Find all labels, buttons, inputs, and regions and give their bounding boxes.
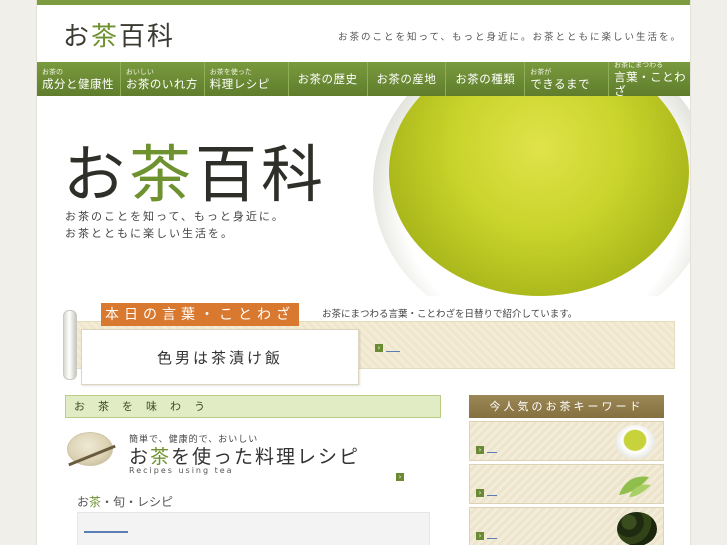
recipe-title-pre: お (129, 446, 151, 468)
recipe-title: お茶を使った料理レシピ (129, 442, 360, 469)
recipe-english-title: Recipes using tea (129, 466, 234, 475)
hero-subtitle-line: お茶とともに楽しい生活を。 (65, 227, 234, 240)
logo-text-pre: お (63, 22, 92, 52)
proverb-text: 色男は茶漬け飯 (156, 348, 283, 367)
seasonal-recipe-link[interactable] (84, 531, 128, 533)
hero-banner: お茶百科 お茶のことを知って、もっと身近に。 お茶とともに楽しい生活を。 (37, 96, 690, 296)
proverb-note: お茶にまつわる言葉・ことわざを日替りで紹介しています。 (322, 309, 578, 320)
nav-item-label: 料理レシピ (209, 76, 270, 91)
seasonal-title-pre: お (77, 495, 90, 509)
nav-item-proverbs[interactable]: お茶にまつわる 言葉・ことわざ (609, 60, 690, 98)
site-tagline: お茶のことを知って、もっと身近に。お茶とともに楽しい生活を。 (337, 32, 682, 43)
nav-item-sublabel: お茶が (530, 67, 552, 76)
nav-item-brewing[interactable]: おいしい お茶のいれ方 (120, 62, 205, 96)
link-underline (487, 495, 497, 496)
nav-item-recipes[interactable]: お茶を使った 料理レシピ (204, 62, 289, 96)
seasonal-title-post: ・旬・レシピ (101, 495, 174, 509)
nav-item-regions[interactable]: お茶の産地 (367, 62, 447, 96)
seasonal-recipe-panel (77, 512, 430, 545)
keyword-card[interactable]: › (469, 507, 664, 545)
link-underline (487, 452, 497, 453)
site-logo[interactable]: お茶百科 (63, 16, 175, 53)
nav-item-label: お茶の種類 (455, 72, 516, 86)
seasonal-title-accent: 茶 (89, 495, 102, 509)
nav-item-components-health[interactable]: お茶の 成分と健康性 (37, 62, 121, 96)
popular-keywords-heading: 今人気のお茶キーワード (469, 395, 664, 418)
proverb-card: 色男は茶漬け飯 (81, 329, 359, 385)
hero-title-post: 百科 (195, 138, 328, 211)
nav-item-sublabel: おいしい (125, 67, 154, 76)
arrow-right-icon: › (476, 532, 484, 540)
hero-subtitle: お茶のことを知って、もっと身近に。 お茶とともに楽しい生活を。 (65, 208, 285, 242)
arrow-right-icon: › (375, 344, 383, 352)
nav-item-types[interactable]: お茶の種類 (446, 62, 526, 96)
top-accent-bar (37, 0, 690, 5)
nav-item-sublabel: お茶にまつわる (614, 60, 664, 69)
proverb-heading: 本日の言葉・ことわざ (101, 303, 299, 326)
nav-item-label: お茶のいれ方 (125, 76, 198, 91)
logo-text-accent: 茶 (91, 22, 120, 52)
hero-subtitle-line: お茶のことを知って、もっと身近に。 (65, 210, 285, 223)
nav-item-label: 成分と健康性 (42, 76, 114, 91)
keyword-card[interactable]: › (469, 464, 664, 504)
recipe-banner[interactable]: 簡単で、健康的で、おいしい お茶を使った料理レシピ Recipes using … (65, 424, 441, 484)
nav-item-sublabel: お茶を使った (209, 67, 252, 76)
arrow-right-icon: › (476, 446, 484, 454)
nav-item-sublabel: お茶の (42, 67, 63, 76)
proverb-more-link[interactable]: › (375, 344, 400, 352)
nav-item-label: できるまで (530, 76, 591, 91)
keyword-card[interactable]: › (469, 421, 664, 461)
logo-text-post: 百科 (119, 22, 176, 52)
tea-leaf-thumbnail (619, 476, 651, 497)
arrow-right-icon[interactable]: › (396, 473, 404, 481)
tea-cup-thumbnail (615, 425, 655, 459)
section-title-taste: お茶を味わう (65, 395, 441, 418)
nav-item-label: 言葉・ことわざ (614, 69, 687, 98)
seasonal-recipe-heading: お茶・旬・レシピ (77, 493, 173, 510)
link-underline (386, 350, 400, 352)
dried-tea-leaves-thumbnail (617, 512, 657, 545)
link-underline (487, 538, 497, 539)
nav-item-label: お茶の産地 (376, 72, 437, 86)
hero-title-pre: お (63, 138, 130, 211)
scroll-rod-icon (63, 310, 77, 380)
nav-item-history[interactable]: お茶の歴史 (288, 62, 368, 96)
nav-item-label: お茶の歴史 (297, 72, 358, 86)
nav-item-production[interactable]: お茶が できるまで (525, 62, 610, 96)
arrow-right-icon: › (476, 489, 484, 497)
main-nav: お茶の 成分と健康性 おいしい お茶のいれ方 お茶を使った 料理レシピ お茶の歴… (37, 60, 690, 98)
recipe-title-accent: 茶 (150, 446, 172, 468)
hero-title-accent: 茶 (129, 138, 196, 211)
recipe-title-post: を使った料理レシピ (171, 446, 361, 468)
hero-title: お茶百科 (63, 124, 327, 214)
page: お茶百科 お茶のことを知って、もっと身近に。お茶とともに楽しい生活を。 お茶の … (36, 0, 691, 545)
